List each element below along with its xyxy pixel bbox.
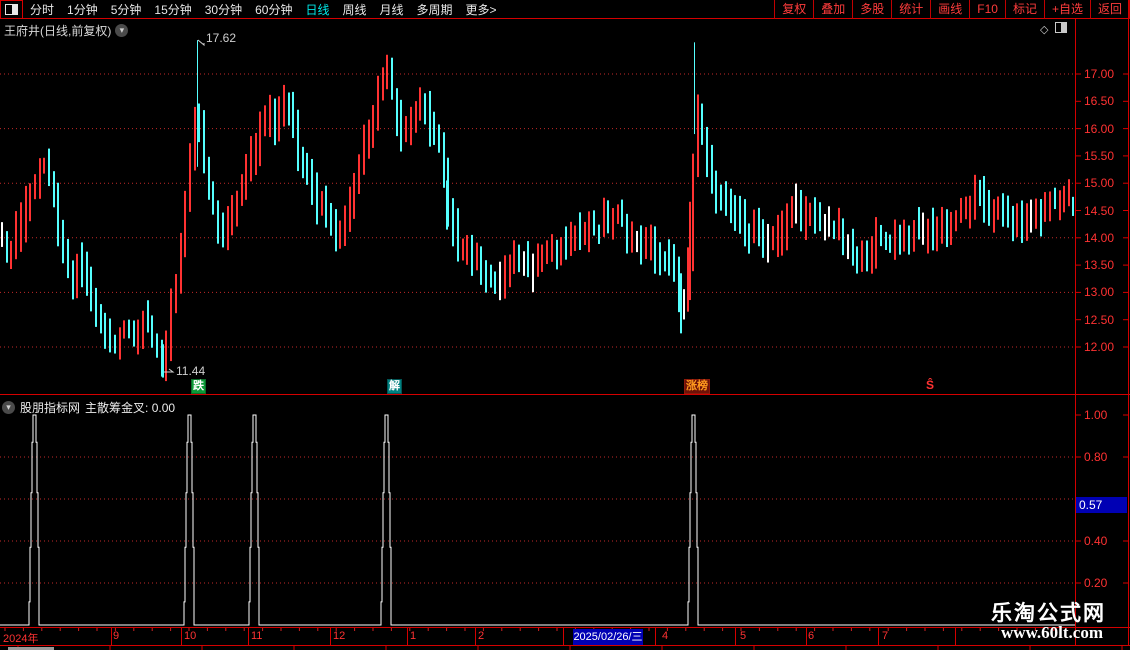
- date-axis-label: 7: [882, 630, 889, 642]
- period-tab-60分钟[interactable]: 60分钟: [255, 1, 292, 18]
- low-price-annotation: 11.44: [176, 364, 206, 378]
- price-axis-label: 15.00: [1084, 176, 1115, 191]
- toolbar-button-多股[interactable]: 多股: [852, 0, 891, 19]
- period-tab-更多>[interactable]: 更多>: [466, 1, 497, 18]
- indicator-axis-label: 0.40: [1084, 534, 1108, 548]
- toolbar-button-复权[interactable]: 复权: [774, 0, 813, 19]
- price-axis-label: 12.50: [1084, 312, 1115, 327]
- indicator-header: ▾ 股朋指标网 主散筹金叉: 0.00: [2, 399, 175, 416]
- date-axis-label: 12: [333, 630, 346, 642]
- toolbar-button-标记[interactable]: 标记: [1004, 0, 1044, 19]
- app-window: 分时 1分钟 5分钟 15分钟 30分钟 60分钟 日线 周线 月线 多周期 更多> 复权 叠加 多股统…: [0, 0, 1130, 650]
- period-tab-月线[interactable]: 月线: [380, 1, 404, 18]
- split-pane-icon[interactable]: [1055, 22, 1068, 36]
- price-axis-label: 13.00: [1084, 285, 1115, 300]
- period-tab-5分钟[interactable]: 5分钟: [111, 1, 142, 18]
- toolbar-button-F10[interactable]: F10: [969, 0, 1005, 19]
- chart-title-row: 王府井(日线,前复权) ▾: [4, 22, 129, 39]
- event-marker-解: 解: [387, 379, 402, 394]
- watermark-url: www.60lt.com: [1001, 623, 1103, 642]
- toolbar-button-画线[interactable]: 画线: [930, 0, 969, 19]
- price-axis-label: 14.00: [1084, 230, 1115, 245]
- toolbar-button-统计[interactable]: 统计: [891, 0, 930, 19]
- date-axis-label: 4: [662, 630, 669, 642]
- date-axis-label: 1: [410, 630, 417, 642]
- period-tab-1分钟[interactable]: 1分钟: [67, 1, 98, 18]
- indicator-axis-label: 1.00: [1084, 408, 1108, 422]
- high-price-annotation: 17.62: [206, 31, 237, 45]
- event-marker-跌: 跌: [191, 379, 206, 394]
- price-axis-label: 17.00: [1084, 67, 1115, 81]
- date-axis-label: 9: [113, 630, 120, 642]
- date-axis-label: 2024年: [3, 633, 39, 645]
- indicator-current-value-badge: 0.57: [1076, 497, 1127, 514]
- price-axis-label: 16.50: [1084, 94, 1115, 109]
- indicator-source: 股朋指标网: [20, 401, 81, 415]
- toolbar-button-+自选[interactable]: +自选: [1043, 0, 1090, 19]
- price-axis-label: 13.50: [1084, 258, 1115, 273]
- price-axis-label: 16.00: [1084, 121, 1115, 136]
- indicator-axis-label: 0.20: [1084, 576, 1108, 590]
- date-axis-label: 11: [251, 630, 263, 642]
- chevron-down-icon[interactable]: ▾: [115, 24, 129, 37]
- price-axis-label: 14.50: [1084, 203, 1115, 218]
- diamond-icon[interactable]: ◇: [1040, 23, 1048, 36]
- chevron-down-icon[interactable]: ▾: [2, 401, 15, 414]
- split-pane-icon[interactable]: [0, 0, 23, 19]
- period-tab-30分钟[interactable]: 30分钟: [205, 1, 242, 18]
- date-axis-label: 6: [808, 630, 815, 642]
- selected-date-badge: 2025/02/26/三: [573, 629, 643, 645]
- period-tab-日线[interactable]: 日线: [305, 1, 329, 18]
- right-toolbar: 复权 叠加 多股 统计 画线 F10 标记 +自选 返回: [774, 0, 1130, 19]
- period-tab-周线[interactable]: 周线: [342, 1, 366, 18]
- indicator-axis-label: 0.80: [1084, 450, 1108, 464]
- date-axis-label: 2: [478, 630, 485, 642]
- event-marker-涨榜: 涨榜: [684, 379, 710, 394]
- price-axis-label: 12.00: [1084, 340, 1115, 354]
- chart-corner-icons: ◇: [1040, 22, 1068, 36]
- toolbar-button-返回[interactable]: 返回: [1089, 0, 1130, 19]
- date-axis-label: 10: [184, 630, 197, 642]
- date-axis-label: 5: [740, 630, 747, 642]
- period-tab-多周期[interactable]: 多周期: [417, 1, 453, 18]
- event-marker-Ŝ: Ŝ: [926, 378, 935, 392]
- price-axis-label: 15.50: [1084, 148, 1115, 163]
- chart-graphics[interactable]: [0, 0, 1130, 650]
- indicator-name-value: 主散筹金叉: 0.00: [85, 401, 176, 415]
- period-tab-15分钟[interactable]: 15分钟: [154, 1, 191, 18]
- stock-title: 王府井(日线,前复权): [4, 24, 112, 38]
- period-tabs: 分时 1分钟 5分钟 15分钟 30分钟 60分钟 日线 周线 月线 多周期 更多>: [23, 1, 497, 18]
- period-tab-分时[interactable]: 分时: [30, 1, 54, 18]
- top-toolbar: 分时 1分钟 5分钟 15分钟 30分钟 60分钟 日线 周线 月线 多周期 更多> 复权 叠加 多股统…: [0, 0, 1130, 19]
- toolbar-button-叠加[interactable]: 叠加: [813, 0, 852, 19]
